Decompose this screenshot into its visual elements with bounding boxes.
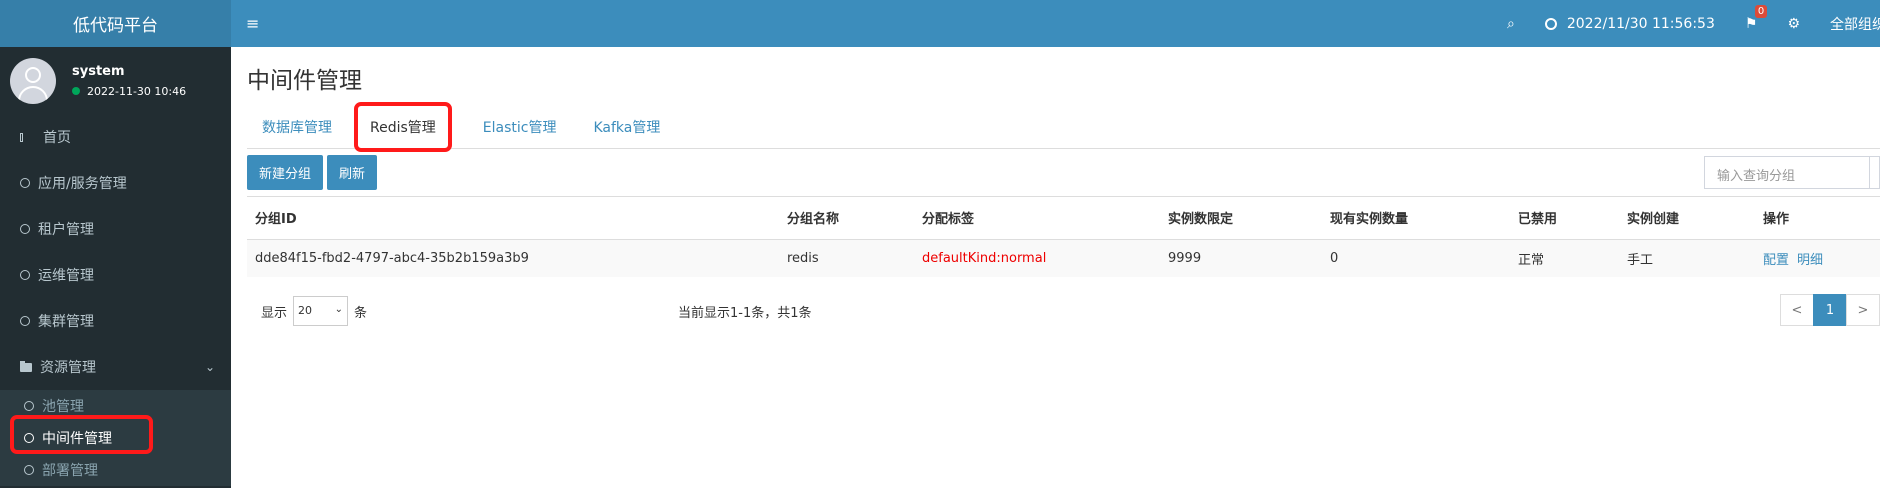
- circle-icon: [20, 316, 30, 326]
- sidebar: 低代码平台 system 2022-11-30 10:46 首页 应用/服务管理…: [0, 0, 231, 488]
- notification-badge: 0: [1754, 4, 1768, 18]
- group-search-input[interactable]: 输入查询分组: [1704, 156, 1870, 189]
- tab-database[interactable]: 数据库管理: [262, 117, 332, 137]
- sidebar-item-apps[interactable]: 应用/服务管理: [0, 160, 231, 206]
- tab-elastic[interactable]: Elastic管理: [483, 117, 557, 137]
- page-size-value: 20: [298, 304, 313, 317]
- home-icon: [20, 132, 23, 142]
- datetime-text: 2022/11/30 11:56:53: [1566, 15, 1715, 32]
- column-header[interactable]: 实例数限定: [1160, 197, 1322, 240]
- page-size-select[interactable]: 20 ⌄: [293, 296, 349, 326]
- login-time: 2022-11-30 10:46: [87, 84, 187, 98]
- refresh-button[interactable]: 刷新: [327, 155, 378, 190]
- main-content: 中间件管理 数据库管理 Redis管理 Elastic管理 Kafka管理 新建…: [231, 47, 1880, 488]
- datetime-display: 2022/11/30 11:56:53: [1544, 15, 1715, 32]
- online-status-icon: [72, 87, 80, 95]
- cell-label: defaultKind:normal: [914, 239, 1160, 277]
- sidebar-item-ops[interactable]: 运维管理: [0, 252, 231, 298]
- cell-creation: 手工: [1619, 239, 1755, 277]
- circle-icon: [24, 465, 34, 475]
- sidebar-item-tenants[interactable]: 租户管理: [0, 206, 231, 252]
- sidebar-item-label: 集群管理: [38, 314, 94, 330]
- cell-instance-count: 0: [1322, 239, 1510, 277]
- column-header[interactable]: 分组ID: [247, 197, 779, 240]
- flag-icon: ⚑: [1744, 15, 1758, 32]
- table-header-row: 分组ID 分组名称 分配标签 实例数限定 现有实例数量 已禁用 实例创建 操作: [247, 197, 1880, 240]
- unit-label: 条: [354, 305, 368, 321]
- column-header[interactable]: 分组名称: [779, 197, 914, 240]
- pagination: < 1 >: [1780, 294, 1880, 326]
- detail-link[interactable]: 明细: [1797, 253, 1823, 268]
- avatar: [10, 57, 56, 104]
- config-link[interactable]: 配置: [1763, 253, 1789, 268]
- highlight-box: [10, 415, 153, 454]
- column-header[interactable]: 已禁用: [1510, 197, 1619, 240]
- notifications-button[interactable]: ⚑ 0: [1744, 4, 1768, 32]
- pagination-info: 当前显示1-1条，共1条: [678, 306, 812, 321]
- org-selector[interactable]: 全部组织: [1830, 14, 1880, 34]
- sidebar-subitem-label: 部署管理: [42, 463, 98, 479]
- page-title: 中间件管理: [247, 68, 362, 94]
- app-logo[interactable]: 低代码平台: [0, 0, 231, 47]
- page-size-control: 显示 20 ⌄ 条: [261, 296, 367, 326]
- clock-icon: [1544, 17, 1557, 30]
- chevron-down-icon: ⌄: [204, 360, 215, 374]
- top-navbar: ≡ ⌕ 2022/11/30 11:56:53 ⚑ 0 ⚙ 全部组织: [231, 0, 1880, 47]
- new-group-button[interactable]: 新建分组: [247, 155, 324, 190]
- chevron-down-icon: ⌄: [334, 304, 344, 315]
- sidebar-item-resources[interactable]: 资源管理 ⌄: [0, 344, 231, 390]
- column-header: 操作: [1755, 197, 1880, 240]
- sidebar-subitem-label: 池管理: [42, 399, 84, 415]
- tab-redis[interactable]: Redis管理: [354, 101, 452, 152]
- tab-kafka[interactable]: Kafka管理: [593, 117, 660, 137]
- middleware-tabs: 数据库管理 Redis管理 Elastic管理 Kafka管理: [247, 101, 1880, 152]
- search-addon[interactable]: [1870, 156, 1880, 189]
- sidebar-item-label: 首页: [43, 130, 71, 146]
- user-panel: system 2022-11-30 10:46: [0, 47, 231, 114]
- show-label: 显示: [261, 305, 288, 321]
- circle-icon: [20, 270, 30, 280]
- page-button-1[interactable]: 1: [1813, 294, 1847, 326]
- cell-disabled: 正常: [1510, 239, 1619, 277]
- cell-group-id: dde84f15-fbd2-4797-abc4-35b2b159a3b9: [247, 239, 779, 277]
- sidebar-item-label: 运维管理: [38, 268, 94, 284]
- groups-table: 分组ID 分组名称 分配标签 实例数限定 现有实例数量 已禁用 实例创建 操作 …: [247, 197, 1880, 277]
- menu-toggle-icon[interactable]: ≡: [246, 14, 259, 33]
- table-footer: 显示 20 ⌄ 条 当前显示1-1条，共1条 < 1 >: [247, 277, 1880, 345]
- cell-group-name: redis: [779, 239, 914, 277]
- sidebar-item-home[interactable]: 首页: [0, 114, 231, 160]
- sidebar-item-label: 应用/服务管理: [38, 176, 127, 192]
- column-header[interactable]: 分配标签: [914, 197, 1160, 240]
- prev-page-button[interactable]: <: [1780, 294, 1814, 326]
- table-row[interactable]: dde84f15-fbd2-4797-abc4-35b2b159a3b9 red…: [247, 239, 1880, 277]
- column-header[interactable]: 实例创建: [1619, 197, 1755, 240]
- search-icon[interactable]: ⌕: [1507, 16, 1515, 32]
- user-status: 2022-11-30 10:46: [72, 85, 186, 98]
- cell-actions: 配置 明细: [1755, 239, 1880, 277]
- circle-icon: [20, 224, 30, 234]
- next-page-button[interactable]: >: [1846, 294, 1880, 326]
- sidebar-item-label: 资源管理: [40, 360, 96, 376]
- sidebar-item-clusters[interactable]: 集群管理: [0, 298, 231, 344]
- circle-icon: [20, 178, 30, 188]
- column-header[interactable]: 现有实例数量: [1322, 197, 1510, 240]
- user-name: system: [72, 63, 125, 79]
- settings-cog-icon[interactable]: ⚙: [1787, 16, 1800, 32]
- toolbar: 新建分组 刷新 输入查询分组: [247, 149, 1880, 197]
- sidebar-item-label: 租户管理: [38, 222, 94, 238]
- sidebar-subitem-deploy[interactable]: 部署管理: [0, 454, 231, 486]
- circle-icon: [24, 401, 34, 411]
- cell-instance-limit: 9999: [1160, 239, 1322, 277]
- folder-icon: [20, 360, 32, 372]
